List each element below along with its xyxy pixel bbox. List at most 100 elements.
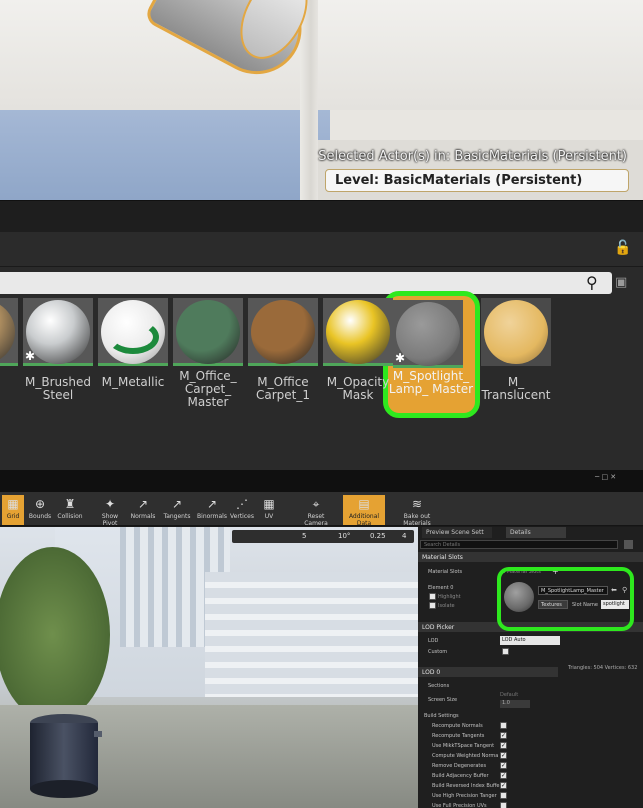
window-divider: ─ □ ✕ (0, 470, 643, 492)
toolbar-button-vertices[interactable]: ⋰ Vertices (229, 495, 255, 525)
build-setting-checkbox[interactable]: ✓ (500, 732, 507, 739)
triangles-info: Triangles: 504 Vertices: 632 (568, 665, 638, 671)
details-search-input[interactable]: Search Details (420, 540, 618, 549)
viewport-toolbar[interactable]: 5 10° 0.25 4 (232, 530, 414, 543)
toolbar-icon: ▤ (358, 497, 370, 511)
tab-details[interactable]: Details (506, 527, 566, 538)
toolbar-icon: ↗ (171, 497, 183, 511)
sections-label: Sections (428, 683, 450, 689)
section-lod-0[interactable]: LOD 0 (418, 667, 558, 677)
asset-tile[interactable] (481, 298, 551, 366)
content-browser-header (0, 232, 643, 267)
asset-tile[interactable] (248, 298, 318, 366)
build-setting-label: Remove Degenerates (432, 763, 487, 769)
scale-snap-value[interactable]: 0.25 (370, 532, 386, 540)
toolbar-button-grid[interactable]: ▦ Grid (2, 495, 24, 525)
toolbar-label: Tangents (163, 513, 191, 520)
tree (0, 547, 110, 722)
build-setting-label: Build Adjacency Buffer (432, 773, 489, 779)
asset-tile[interactable]: ✱ (23, 298, 93, 366)
toolbar-icon: ⊕ (34, 497, 46, 511)
material-sphere-icon (484, 300, 548, 364)
toolbar-label: Vertices (230, 513, 254, 520)
viewport-wall (0, 0, 643, 110)
material-sphere-icon (101, 300, 165, 364)
toolbar-button-reset-camera[interactable]: ⌖ Reset Camera (297, 495, 335, 527)
asset-tile-selected[interactable]: ✱ (393, 300, 463, 368)
build-setting-checkbox[interactable]: ✓ (500, 772, 507, 779)
toolbar-icon: ⌖ (312, 497, 320, 511)
asterisk-icon: ✱ (395, 351, 406, 365)
build-setting-checkbox[interactable]: ✓ (500, 742, 507, 749)
level-label: Level: BasicMaterials (Persistent) (335, 173, 583, 188)
build-setting-label: Use Full Precision UVs (432, 803, 487, 808)
save-search-icon[interactable]: ▣ (615, 274, 633, 292)
section-material-slots[interactable]: Material Slots (418, 552, 643, 562)
grid-snap-value[interactable]: 5 (302, 532, 306, 540)
highlight-checkbox[interactable] (429, 593, 436, 600)
build-setting-checkbox[interactable]: ✓ (500, 782, 507, 789)
ue-editor-window: Selected Actor(s) in: BasicMaterials (Pe… (0, 0, 643, 808)
build-setting-checkbox[interactable] (500, 792, 507, 799)
viewport-floor (0, 110, 330, 200)
material-sphere-icon (26, 300, 90, 364)
lock-icon[interactable]: 🔓 (614, 240, 631, 258)
asterisk-icon: ✱ (25, 349, 36, 363)
screen-size-field[interactable]: 1.0 (500, 700, 530, 708)
material-sphere-icon (396, 302, 460, 366)
isolate-label: Isolate (438, 603, 455, 609)
toolbar-label: Grid (6, 513, 20, 520)
build-setting-label: Build Reversed Index Buffe (432, 783, 500, 789)
asset-search-input[interactable] (0, 272, 612, 294)
toolbar-button-bounds[interactable]: ⊕ Bounds (28, 495, 52, 525)
asset-tile[interactable]: ✱ (0, 298, 18, 366)
custom-checkbox[interactable] (502, 648, 509, 655)
viewport-pillar (300, 0, 318, 200)
material-slot-highlight (497, 567, 634, 631)
material-sphere-icon (326, 300, 390, 364)
panel-gap (0, 200, 643, 232)
build-setting-label: Use High Precision Tanger (432, 793, 497, 799)
lod-dropdown[interactable]: LOD Auto (500, 636, 560, 645)
toolbar-icon: ⋰ (236, 497, 248, 511)
isolate-checkbox[interactable] (429, 602, 436, 609)
asset-name: M_Brushed Steel (25, 375, 91, 402)
element-label: Element 0 (428, 585, 454, 591)
toolbar-button-additional-data[interactable]: ▤ Additional Data (343, 495, 385, 527)
toolbar-button-uv[interactable]: ▦ UV (258, 495, 280, 525)
toolbar-button-bake-out-materials[interactable]: ≋ Bake out Materials (392, 495, 442, 527)
asset-name: M_Office_ Carpet_ Master (179, 369, 237, 409)
highlight-label: Highlight (438, 594, 461, 600)
screen-size-label: Screen Size (428, 697, 458, 703)
toolbar-button-normals[interactable]: ↗ Normals (130, 495, 156, 525)
asset-tile[interactable] (323, 298, 393, 366)
tab-preview-scene-settings[interactable]: Preview Scene Sett (422, 527, 492, 538)
search-icon[interactable]: ⚲ (586, 274, 606, 292)
building-right (205, 572, 418, 697)
toolbar-label: Collision (57, 513, 83, 520)
asset-tile[interactable] (98, 298, 168, 366)
build-setting-checkbox[interactable]: ✓ (500, 762, 507, 769)
asset-tile[interactable] (173, 298, 243, 366)
spotlight-lamp-mesh[interactable] (28, 713, 102, 799)
material-sphere-icon (176, 300, 240, 364)
toolbar-label: Bake out Materials (403, 513, 431, 527)
toolbar-button-collision[interactable]: ♜ Collision (56, 495, 84, 525)
toolbar-button-tangents[interactable]: ↗ Tangents (163, 495, 191, 525)
build-setting-checkbox[interactable] (500, 802, 507, 808)
toolbar-button-show-pivot[interactable]: ✦ Show Pivot (95, 495, 125, 527)
toolbar-label: Normals (130, 513, 156, 520)
asset-name: M_Metallic (101, 375, 165, 389)
view-options-icon[interactable] (624, 540, 633, 549)
toolbar-icon: ▦ (263, 497, 275, 511)
material-slots-label: Material Slots (428, 569, 463, 575)
build-setting-checkbox[interactable]: ✓ (500, 752, 507, 759)
build-setting-checkbox[interactable] (500, 722, 507, 729)
level-indicator: Level: BasicMaterials (Persistent) (325, 169, 629, 192)
selected-actor-text: Selected Actor(s) in: BasicMaterials (Pe… (318, 149, 627, 164)
window-controls[interactable]: ─ □ ✕ (595, 473, 635, 481)
rotation-snap-value[interactable]: 10° (338, 532, 350, 540)
camera-speed-value[interactable]: 4 (402, 532, 406, 540)
material-sphere-icon (0, 300, 15, 364)
toolbar-button-binormals[interactable]: ↗ Binormals (197, 495, 227, 525)
